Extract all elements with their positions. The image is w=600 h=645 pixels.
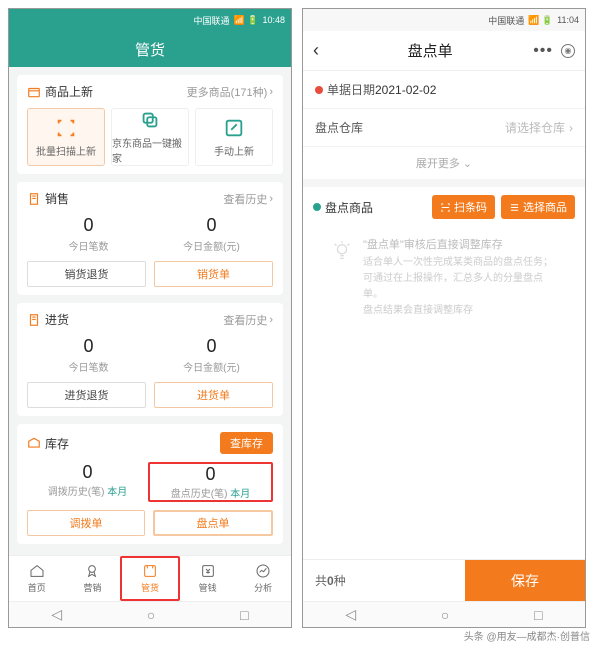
barcode-icon [440,202,451,213]
status-bar: 中国联通 📶 🔋 10:48 [9,9,291,31]
sales-order-button[interactable]: 销货单 [154,261,273,287]
nav-back-icon[interactable]: ◁ [345,606,356,623]
section-dot-icon [313,203,321,211]
footer-bar: 共0种 保存 [303,559,585,601]
card-purchase: 进货 查看历史› 0今日笔数 0今日金额(元) 进货退货 进货单 [17,303,283,416]
main-scroll[interactable]: 商品上新 更多商品(171种)› 批量扫描上新 京东商品一键搬家 手动上新 [9,67,291,555]
edit-icon [223,117,245,139]
card-title: 进货 [45,311,69,328]
item-count: 共0种 [303,560,465,601]
page-title: 盘点单 [331,40,529,61]
select-goods-button[interactable]: 选择商品 [501,195,575,219]
card-title: 销售 [45,190,69,207]
more-goods-link[interactable]: 更多商品(171种)› [187,84,273,100]
system-nav: ◁ ○ □ [9,601,291,627]
title-bar: 管货 [9,31,291,67]
chevron-down-icon: ⌄ [463,158,472,170]
goods-section-label: 盘点商品 [325,199,373,216]
scan-barcode-button[interactable]: 扫条码 [432,195,495,219]
tile-manual-add[interactable]: 手动上新 [195,108,273,166]
medal-icon [84,563,100,579]
chevron-right-icon: › [569,121,573,135]
nav-recent-icon[interactable]: □ [534,607,542,623]
tab-marketing[interactable]: 营销 [65,556,121,601]
date-value: 2021-02-02 [375,83,573,97]
more-menu-button[interactable]: ••• [529,42,557,60]
check-stock-button[interactable]: 查库存 [220,432,273,454]
transfer-order-button[interactable]: 调拨单 [27,510,145,536]
status-time: 10:48 [262,15,285,25]
row-date[interactable]: 单据日期 2021-02-02 [303,71,585,109]
status-icons: 📶 🔋 [234,15,259,26]
purchase-history-link[interactable]: 查看历史› [223,312,273,328]
title-bar: ‹ 盘点单 ••• ◉ [303,31,585,71]
tab-analytics[interactable]: 分析 [235,556,291,601]
attribution-text: 头条 @用友—成都杰·创普信 [464,628,590,643]
sales-history-link[interactable]: 查看历史› [223,191,273,207]
save-button[interactable]: 保存 [465,560,585,601]
card-sales: 销售 查看历史› 0今日笔数 0今日金额(元) 销货退货 销货单 [17,182,283,295]
stock-icon [27,436,41,450]
page-title: 管货 [135,39,165,60]
back-button[interactable]: ‹ [313,40,331,61]
empty-state-tip: "盘点单"审核后直接调整库存 适合单人一次性完成某类商品的盘点任务； 可通过在上… [303,227,585,319]
inventory-check-button[interactable]: 盘点单 [153,510,273,536]
scan-icon [55,117,77,139]
phone-left: 中国联通 📶 🔋 10:48 管货 商品上新 更多商品(171种)› 批量扫描上… [8,8,292,628]
tile-batch-scan[interactable]: 批量扫描上新 [27,108,105,166]
nav-recent-icon[interactable]: □ [240,607,248,623]
purchase-order-button[interactable]: 进货单 [154,382,273,408]
bottom-tabs: 首页 营销 管货 管钱 分析 [9,555,291,601]
card-title: 库存 [45,435,69,452]
target-icon[interactable]: ◉ [561,44,575,58]
tab-money[interactable]: 管钱 [180,556,236,601]
nav-back-icon[interactable]: ◁ [51,606,62,623]
nav-home-icon[interactable]: ○ [147,607,155,623]
row-warehouse[interactable]: 盘点仓库 请选择仓库 › [303,109,585,147]
goods-icon [142,563,158,579]
carrier: 中国联通 [488,14,524,27]
card-stock: 库存 查库存 0调拨历史(笔) 本月 0盘点历史(笔) 本月 调拨单 盘点单 [17,424,283,544]
tab-goods[interactable]: 管货 [120,556,180,601]
tab-home[interactable]: 首页 [9,556,65,601]
purchase-return-button[interactable]: 进货退货 [27,382,146,408]
card-new-goods: 商品上新 更多商品(171种)› 批量扫描上新 京东商品一键搬家 手动上新 [17,75,283,174]
receipt-icon [27,192,41,206]
system-nav: ◁ ○ □ [303,601,585,627]
money-icon [200,563,216,579]
chevron-right-icon: › [269,86,273,98]
carrier: 中国联通 [194,14,230,27]
required-dot-icon [315,86,323,94]
copy-icon [139,109,161,131]
tile-jd-import[interactable]: 京东商品一键搬家 [111,108,189,166]
list-icon [509,202,520,213]
receipt-icon [27,313,41,327]
box-icon [27,85,41,99]
nav-home-icon[interactable]: ○ [441,607,449,623]
home-icon [29,563,45,579]
chart-icon [255,563,271,579]
sales-return-button[interactable]: 销货退货 [27,261,146,287]
status-icons: 📶 🔋 [528,15,553,26]
status-time: 11:04 [557,15,579,25]
lightbulb-icon [331,241,353,263]
expand-more-button[interactable]: 展开更多 ⌄ [303,147,585,179]
status-bar: 中国联通 📶 🔋 11:04 [303,9,585,31]
card-title: 商品上新 [45,83,93,100]
warehouse-placeholder: 请选择仓库 [375,119,565,136]
phone-right: 中国联通 📶 🔋 11:04 ‹ 盘点单 ••• ◉ 单据日期 2021-02-… [302,8,586,628]
